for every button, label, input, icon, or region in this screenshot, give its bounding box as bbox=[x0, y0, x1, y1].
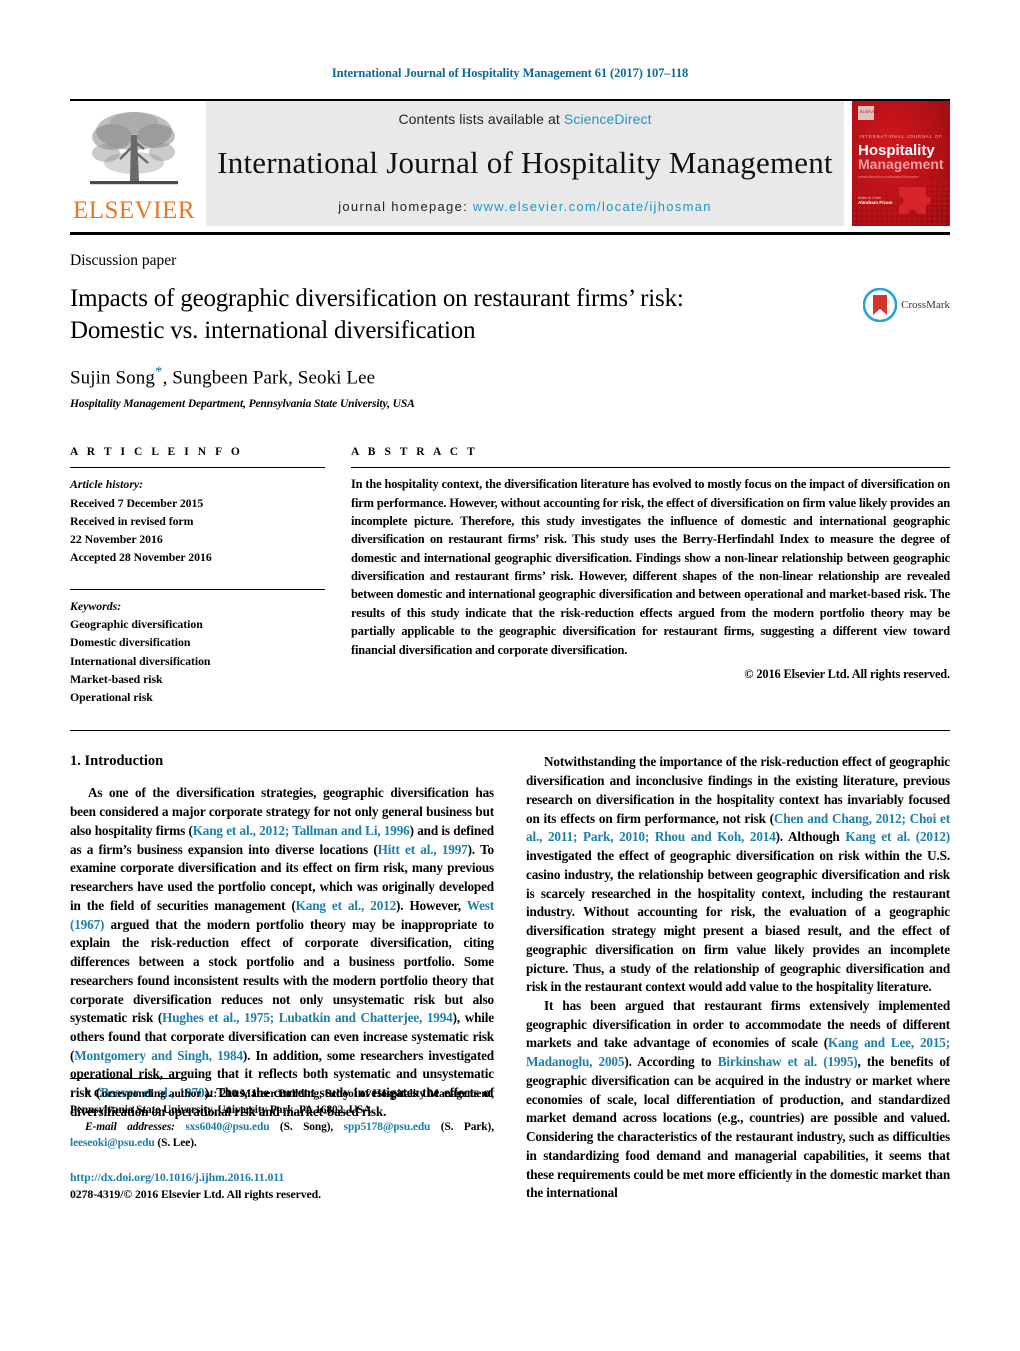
paragraph-text: ). According to bbox=[624, 1054, 718, 1070]
author-list: Sujin Song*, Sungbeen Park, Seoki Lee bbox=[70, 364, 950, 389]
homepage-prefix: journal homepage: bbox=[338, 199, 473, 214]
article-info-heading: A R T I C L E I N F O bbox=[70, 446, 243, 459]
abstract-rule bbox=[351, 467, 950, 469]
article-info-rule bbox=[70, 467, 325, 469]
journal-title: International Journal of Hospitality Man… bbox=[217, 144, 833, 180]
cover-artwork: ELSEVIER INTERNATIONAL JOURNAL OF Hospit… bbox=[852, 101, 950, 226]
page-title: Impacts of geographic diversification on… bbox=[70, 283, 684, 347]
crossmark-icon bbox=[863, 288, 898, 322]
abstract-column: A B S T R A C T In the hospitality conte… bbox=[351, 446, 950, 706]
author-rest: , Sungbeen Park, Seoki Lee bbox=[162, 367, 376, 389]
author-affiliation: Hospitality Management Department, Penns… bbox=[70, 398, 415, 411]
corresponding-author-marker: * bbox=[154, 364, 163, 380]
keyword-item: Operational risk bbox=[70, 690, 153, 705]
svg-text:Management: Management bbox=[858, 156, 944, 172]
masthead-center: Contents lists available at ScienceDirec… bbox=[206, 101, 844, 226]
paragraph: Notwithstanding the importance of the ri… bbox=[526, 753, 950, 997]
doi-block: http://dx.doi.org/10.1016/j.ijhm.2016.11… bbox=[70, 1170, 494, 1203]
paragraph-text: ). However, bbox=[396, 897, 467, 913]
crossmark-label: CrossMark bbox=[901, 299, 950, 311]
abstract-heading: A B S T R A C T bbox=[351, 446, 478, 459]
citation-link[interactable]: Birkinshaw et al. (1995) bbox=[718, 1054, 858, 1069]
abstract-bottom-rule bbox=[70, 730, 950, 732]
body-columns: 1. Introduction As one of the diversific… bbox=[70, 753, 950, 1203]
doi-link[interactable]: http://dx.doi.org/10.1016/j.ijhm.2016.11… bbox=[70, 1170, 494, 1185]
masthead-bottom-rule bbox=[70, 232, 950, 235]
paragraph-text: , the benefits of geographic diversifica… bbox=[526, 1054, 950, 1201]
citation-link[interactable]: Kang et al. (2012) bbox=[845, 829, 950, 844]
history-item: Accepted 28 November 2016 bbox=[70, 550, 212, 565]
right-column: Notwithstanding the importance of the ri… bbox=[526, 753, 950, 1203]
paragraph: It has been argued that restaurant firms… bbox=[526, 997, 950, 1203]
left-column: 1. Introduction As one of the diversific… bbox=[70, 753, 494, 1203]
article-info-column: A R T I C L E I N F O Article history: R… bbox=[70, 446, 325, 706]
abstract-text: In the hospitality context, the diversif… bbox=[351, 477, 950, 657]
keywords-rule bbox=[70, 588, 325, 590]
keywords-label: Keywords: bbox=[70, 598, 122, 613]
svg-text:ELSEVIER: ELSEVIER bbox=[860, 109, 880, 114]
footnote-rule bbox=[70, 1078, 182, 1080]
email-owner: (S. Song), bbox=[269, 1120, 344, 1133]
history-item: Received in revised form bbox=[70, 513, 194, 528]
section-heading-introduction: 1. Introduction bbox=[70, 753, 164, 770]
crossmark-badge[interactable]: CrossMark bbox=[863, 288, 950, 322]
journal-masthead: ELSEVIER Contents lists available at Sci… bbox=[70, 99, 950, 226]
paragraph: As one of the diversification strategies… bbox=[70, 784, 494, 1121]
keyword-item: Domestic diversification bbox=[70, 635, 191, 650]
abstract-copyright: © 2016 Elsevier Ltd. All rights reserved… bbox=[744, 666, 950, 681]
issn-copyright-line: 0278-4319/© 2016 Elsevier Ltd. All right… bbox=[70, 1187, 321, 1202]
journal-cover-image: ELSEVIER INTERNATIONAL JOURNAL OF Hospit… bbox=[852, 101, 950, 226]
email-link[interactable]: sxs6040@psu.edu bbox=[185, 1121, 269, 1133]
svg-text:INTERNATIONAL JOURNAL OF: INTERNATIONAL JOURNAL OF bbox=[859, 134, 942, 139]
email-label: E-mail addresses: bbox=[85, 1120, 175, 1133]
paragraph-text: investigated the effect of geographic di… bbox=[526, 848, 950, 995]
history-item: Received 7 December 2015 bbox=[70, 495, 204, 510]
history-item: 22 November 2016 bbox=[70, 532, 163, 547]
homepage-url-link[interactable]: www.elsevier.com/locate/ijhosman bbox=[473, 199, 712, 214]
keyword-item: Geographic diversification bbox=[70, 617, 203, 632]
contents-prefix: Contents lists available at bbox=[398, 111, 564, 127]
article-history-label: Article history: bbox=[70, 477, 144, 492]
email-addresses-note: E-mail addresses: sxs6040@psu.edu (S. So… bbox=[70, 1119, 494, 1151]
citation-link[interactable]: Kang et al., 2012; Tallman and Li, 1996 bbox=[193, 823, 410, 838]
email-link[interactable]: leeseoki@psu.edu bbox=[70, 1137, 155, 1149]
email-owner: (S. Park), bbox=[430, 1120, 494, 1133]
sciencedirect-link[interactable]: ScienceDirect bbox=[564, 111, 652, 127]
title-row: Impacts of geographic diversification on… bbox=[70, 270, 950, 347]
elsevier-tree-icon bbox=[90, 112, 178, 185]
elsevier-wordmark: ELSEVIER bbox=[72, 197, 196, 224]
citation-link[interactable]: Hughes et al., 1975; Lubatkin and Chatte… bbox=[162, 1010, 453, 1025]
email-owner: (S. Lee). bbox=[154, 1136, 197, 1149]
author-first: Sujin Song bbox=[70, 367, 155, 389]
document-type-label: Discussion paper bbox=[70, 252, 177, 269]
corresponding-author-note: * Corresponding author at: 210 Mateer Bu… bbox=[70, 1088, 494, 1117]
title-line-1: Impacts of geographic diversification on… bbox=[70, 285, 684, 312]
running-head: International Journal of Hospitality Man… bbox=[331, 66, 689, 80]
footnote-block: * Corresponding author at: 210 Mateer Bu… bbox=[70, 1078, 494, 1203]
citation-link[interactable]: Hitt et al., 1997 bbox=[378, 842, 468, 857]
svg-text:Abraham Pizam: Abraham Pizam bbox=[858, 200, 892, 205]
journal-homepage-line: journal homepage: www.elsevier.com/locat… bbox=[338, 199, 712, 214]
citation-link[interactable]: Kang et al., 2012 bbox=[296, 898, 397, 913]
elsevier-logo: ELSEVIER bbox=[70, 101, 198, 226]
paragraph-text: ). Although bbox=[775, 829, 846, 845]
keyword-item: Market-based risk bbox=[70, 671, 163, 686]
paragraph-text: argued that the modern portfolio theory … bbox=[70, 916, 494, 1026]
title-line-2: Domestic vs. international diversificati… bbox=[70, 317, 476, 344]
svg-text:www.elsevier.com/locate/ijhosm: www.elsevier.com/locate/ijhosman bbox=[858, 174, 919, 179]
contents-available-line: Contents lists available at ScienceDirec… bbox=[398, 111, 651, 127]
info-abstract-block: A R T I C L E I N F O Article history: R… bbox=[70, 446, 950, 706]
email-link[interactable]: spp5178@psu.edu bbox=[344, 1121, 431, 1133]
paper-page: International Journal of Hospitality Man… bbox=[0, 0, 1020, 1351]
keyword-item: International diversification bbox=[70, 653, 211, 668]
citation-link[interactable]: Montgomery and Singh, 1984 bbox=[74, 1048, 243, 1063]
